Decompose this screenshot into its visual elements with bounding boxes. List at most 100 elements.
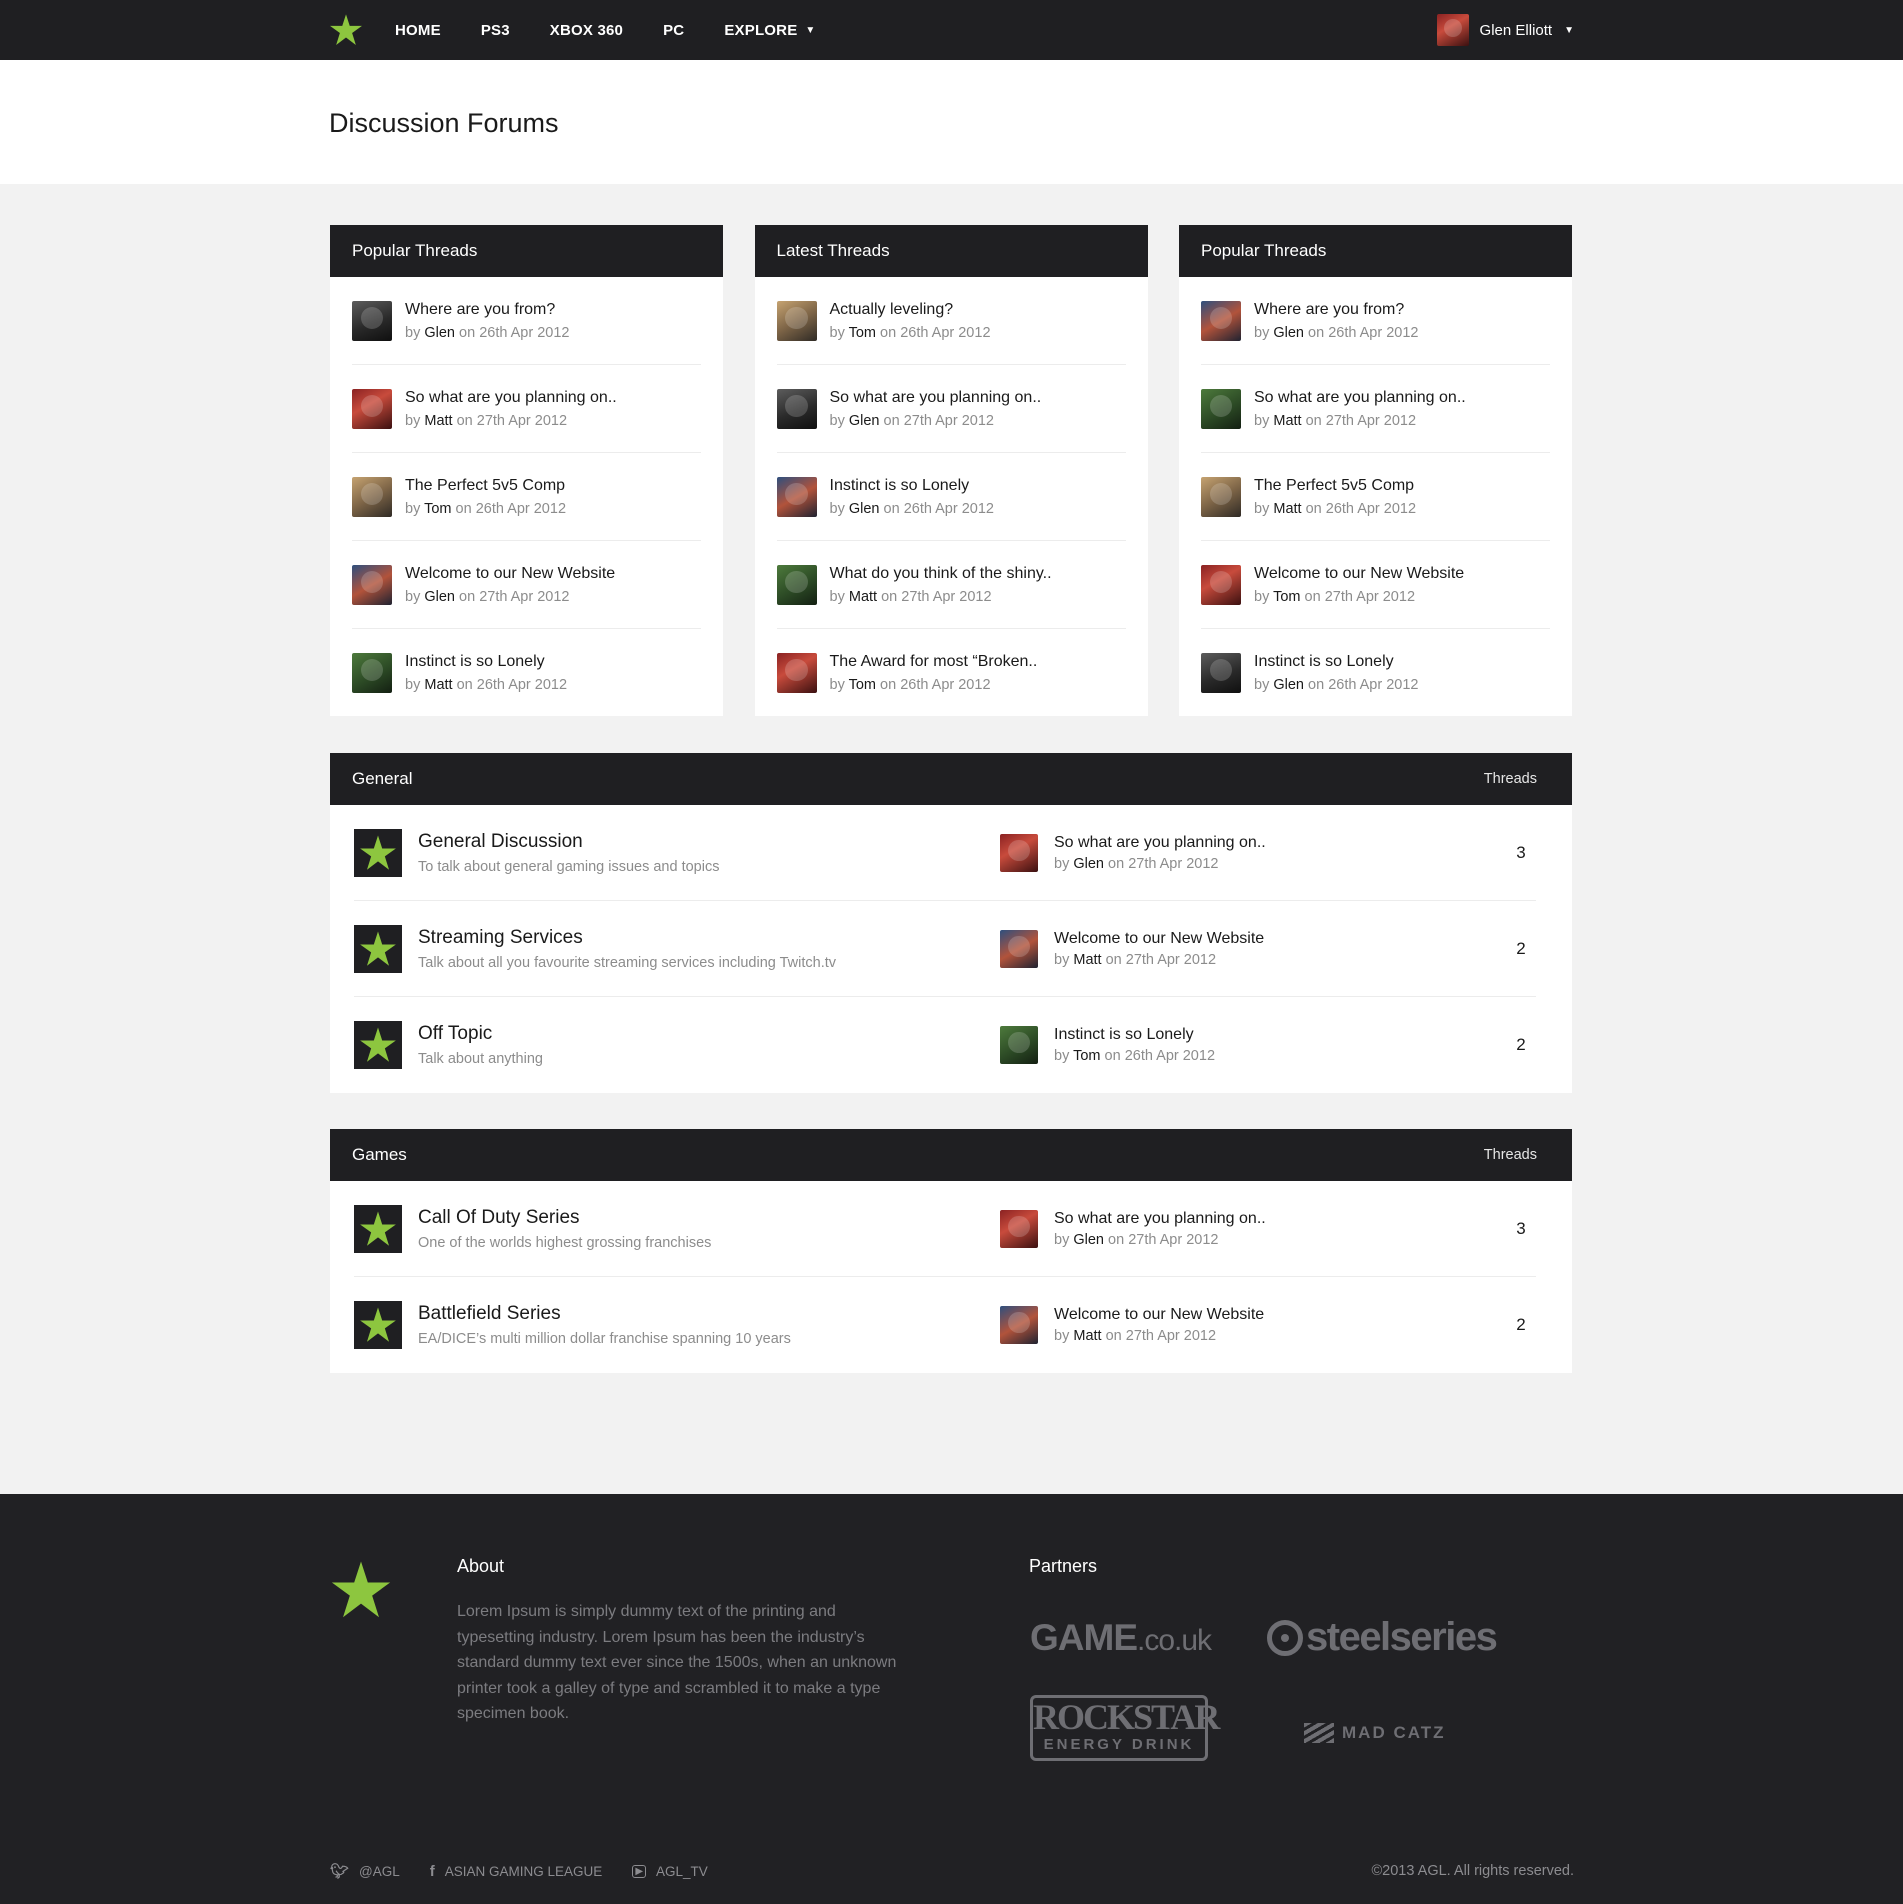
forum-name[interactable]: Call Of Duty Series [418,1207,1000,1229]
star-logo-icon[interactable] [329,13,363,47]
thread-author[interactable]: Matt [1273,501,1301,517]
partner-steelseries-logo[interactable]: steelseries [1267,1615,1498,1660]
user-menu[interactable]: Glen Elliott ▼ [1436,14,1574,46]
forum-row[interactable]: Call Of Duty Series One of the worlds hi… [354,1181,1536,1277]
thread-title[interactable]: Actually leveling? [830,301,991,319]
thread-author[interactable]: Glen [424,325,455,341]
forum-section-games: Games Threads Call Of Duty Series One of… [330,1129,1572,1373]
thread-date: on 27th Apr 2012 [1304,588,1416,605]
nav-explore-dropdown[interactable]: EXPLORE ▼ [724,22,815,39]
forum-row[interactable]: General Discussion To talk about general… [354,805,1536,901]
nav-explore-label: EXPLORE [724,21,798,39]
partner-rockstar-logo[interactable]: ROCKSTAR ENERGY DRINK [1030,1695,1220,1761]
thread-author[interactable]: Tom [424,501,451,517]
forum-last-post[interactable]: So what are you planning on.. by Glen on… [1000,833,1440,872]
last-post-title[interactable]: Instinct is so Lonely [1054,1026,1215,1044]
thread-title[interactable]: So what are you planning on.. [1254,389,1466,407]
forum-star-icon[interactable] [354,1204,402,1253]
last-post-date: on 27th Apr 2012 [1108,1231,1219,1248]
thread-item[interactable]: So what are you planning on.. by Matt on… [352,365,701,453]
forum-last-post[interactable]: Welcome to our New Website by Matt on 27… [1000,929,1440,968]
last-post-title[interactable]: So what are you planning on.. [1054,1210,1266,1228]
thread-item[interactable]: Instinct is so Lonely by Glen on 26th Ap… [1201,629,1550,716]
nav-pc[interactable]: PC [663,22,684,39]
thread-item[interactable]: So what are you planning on.. by Glen on… [776,365,1126,453]
social-twitter-link[interactable]: 🐦︎ @AGL [330,1862,400,1880]
forum-name[interactable]: General Discussion [418,831,1000,853]
forum-row[interactable]: Off Topic Talk about anything Instinct i… [354,997,1536,1093]
thread-count: 2 [1516,938,1526,958]
thread-title[interactable]: Instinct is so Lonely [830,477,995,495]
thread-item[interactable]: Welcome to our New Website by Tom on 27t… [1201,541,1550,629]
last-post-author[interactable]: Matt [1073,952,1101,968]
thread-item[interactable]: Where are you from? by Glen on 26th Apr … [352,277,701,365]
thread-text: Instinct is so Lonely by Glen on 26th Ap… [830,477,995,517]
last-post-author[interactable]: Glen [1073,1232,1104,1248]
footer-bottom-bar: 🐦︎ @AGL f ASIAN GAMING LEAGUE ▶ AGL_TV ©… [330,1862,1574,1881]
forum-star-icon[interactable] [354,1021,402,1069]
last-post-author[interactable]: Glen [1073,856,1104,872]
thread-item[interactable]: What do you think of the shiny.. by Matt… [776,541,1126,629]
thread-item[interactable]: So what are you planning on.. by Matt on… [1201,365,1550,453]
forum-row[interactable]: Streaming Services Talk about all you fa… [354,901,1536,997]
partner-madcatz-logo[interactable]: MAD CATZ [1304,1723,1446,1743]
thread-title[interactable]: So what are you planning on.. [830,389,1042,407]
forum-name[interactable]: Streaming Services [418,927,1000,949]
last-post-author[interactable]: Matt [1073,1328,1101,1344]
last-post-title[interactable]: So what are you planning on.. [1054,834,1266,852]
thread-author[interactable]: Glen [424,589,455,605]
thread-title[interactable]: Instinct is so Lonely [1254,653,1419,671]
forum-last-post[interactable]: So what are you planning on.. by Glen on… [1000,1209,1440,1248]
forum-row[interactable]: Battlefield Series EA/DICE’s multi milli… [354,1277,1536,1373]
thread-item[interactable]: The Award for most “Broken.. by Tom on 2… [776,629,1126,716]
forum-last-post[interactable]: Welcome to our New Website by Matt on 27… [1000,1306,1440,1344]
partner-game-logo[interactable]: GAME.co.uk [1030,1617,1212,1659]
forum-star-icon[interactable] [354,1301,402,1349]
author-avatar [1201,564,1241,605]
forum-name[interactable]: Battlefield Series [418,1303,1000,1325]
thread-item[interactable]: Instinct is so Lonely by Glen on 26th Ap… [776,453,1126,541]
forum-star-icon[interactable] [354,828,402,877]
thread-author[interactable]: Tom [1273,589,1300,605]
thread-item[interactable]: The Perfect 5v5 Comp by Matt on 26th Apr… [1201,453,1550,541]
thread-item[interactable]: Where are you from? by Glen on 26th Apr … [1201,277,1550,365]
thread-title[interactable]: The Perfect 5v5 Comp [1254,477,1416,495]
last-post-title[interactable]: Welcome to our New Website [1054,1306,1264,1324]
nav-xbox360[interactable]: XBOX 360 [550,22,623,39]
thread-item[interactable]: Actually leveling? by Tom on 26th Apr 20… [776,277,1126,365]
last-post-author[interactable]: Tom [1073,1048,1100,1064]
thread-item[interactable]: Instinct is so Lonely by Matt on 26th Ap… [352,629,701,716]
footer-partners-heading: Partners [1029,1556,1098,1576]
social-youtube-label: AGL_TV [656,1863,708,1879]
thread-title[interactable]: Welcome to our New Website [1254,565,1464,583]
thread-title[interactable]: Where are you from? [405,301,570,319]
thread-title[interactable]: Instinct is so Lonely [405,653,567,671]
social-youtube-link[interactable]: ▶ AGL_TV [632,1863,708,1879]
thread-author[interactable]: Glen [1273,325,1304,341]
thread-author[interactable]: Tom [849,677,876,693]
thread-author[interactable]: Matt [849,589,877,605]
nav-ps3[interactable]: PS3 [481,22,510,39]
thread-author[interactable]: Tom [849,325,876,341]
thread-author[interactable]: Glen [1273,677,1304,693]
thread-text: Actually leveling? by Tom on 26th Apr 20… [830,301,991,341]
social-facebook-link[interactable]: f ASIAN GAMING LEAGUE [430,1863,603,1880]
thread-title[interactable]: So what are you planning on.. [405,389,617,407]
thread-author[interactable]: Matt [424,677,452,693]
last-post-title[interactable]: Welcome to our New Website [1054,930,1264,948]
thread-title[interactable]: Welcome to our New Website [405,565,615,583]
thread-item[interactable]: Welcome to our New Website by Glen on 27… [352,541,701,629]
thread-title[interactable]: The Perfect 5v5 Comp [405,477,566,495]
thread-author[interactable]: Matt [1273,413,1301,429]
thread-author[interactable]: Glen [849,501,880,517]
forum-last-post[interactable]: Instinct is so Lonely by Tom on 26th Apr… [1000,1026,1440,1064]
nav-home[interactable]: HOME [395,22,441,39]
thread-title[interactable]: Where are you from? [1254,301,1419,319]
thread-title[interactable]: The Award for most “Broken.. [830,653,1038,671]
forum-name[interactable]: Off Topic [418,1023,1000,1045]
thread-author[interactable]: Matt [424,413,452,429]
thread-author[interactable]: Glen [849,413,880,429]
forum-star-icon[interactable] [354,924,402,973]
thread-item[interactable]: The Perfect 5v5 Comp by Tom on 26th Apr … [352,453,701,541]
thread-title[interactable]: What do you think of the shiny.. [830,565,1052,583]
